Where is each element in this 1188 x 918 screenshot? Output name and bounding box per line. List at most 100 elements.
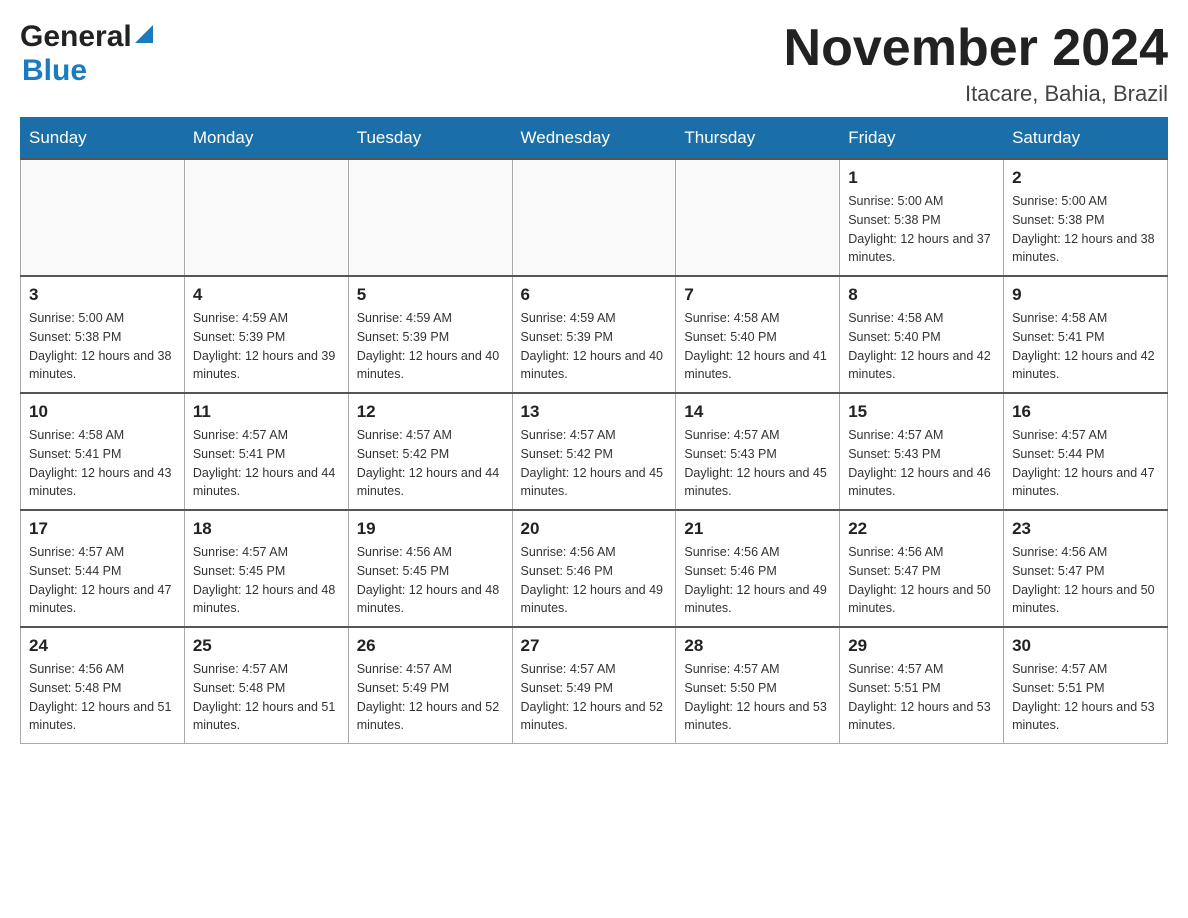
calendar-cell: 21 Sunrise: 4:56 AMSunset: 5:46 PMDayligh… <box>676 510 840 627</box>
calendar-cell: 29 Sunrise: 4:57 AMSunset: 5:51 PMDayligh… <box>840 627 1004 744</box>
calendar-cell: 9 Sunrise: 4:58 AMSunset: 5:41 PMDaylight… <box>1004 276 1168 393</box>
logo-blue-text: Blue <box>22 54 87 87</box>
month-title: November 2024 <box>784 20 1168 77</box>
day-info: Sunrise: 4:57 AMSunset: 5:41 PMDaylight:… <box>193 426 340 501</box>
calendar-cell: 10 Sunrise: 4:58 AMSunset: 5:41 PMDayligh… <box>21 393 185 510</box>
calendar-week-3: 10 Sunrise: 4:58 AMSunset: 5:41 PMDayligh… <box>21 393 1168 510</box>
day-number: 17 <box>29 519 176 539</box>
calendar-cell: 12Sunrise: 4:57 AMSunset: 5:42 PMDayligh… <box>348 393 512 510</box>
day-number: 25 <box>193 636 340 656</box>
calendar-header-row: SundayMondayTuesdayWednesdayThursdayFrid… <box>21 118 1168 160</box>
day-info: Sunrise: 4:57 AMSunset: 5:45 PMDaylight:… <box>193 543 340 618</box>
calendar-cell <box>676 159 840 276</box>
calendar-cell: 3 Sunrise: 5:00 AMSunset: 5:38 PMDaylight… <box>21 276 185 393</box>
calendar-cell: 8 Sunrise: 4:58 AMSunset: 5:40 PMDaylight… <box>840 276 1004 393</box>
day-info: Sunrise: 4:57 AMSunset: 5:50 PMDaylight:… <box>684 660 831 735</box>
calendar-week-5: 24 Sunrise: 4:56 AMSunset: 5:48 PMDayligh… <box>21 627 1168 744</box>
calendar-cell: 22 Sunrise: 4:56 AMSunset: 5:47 PMDayligh… <box>840 510 1004 627</box>
day-info: Sunrise: 4:59 AMSunset: 5:39 PMDaylight:… <box>193 309 340 384</box>
column-header-thursday: Thursday <box>676 118 840 160</box>
column-header-tuesday: Tuesday <box>348 118 512 160</box>
logo-triangle-icon <box>135 25 153 43</box>
logo: General Blue <box>20 20 153 88</box>
day-number: 11 <box>193 402 340 422</box>
day-info: Sunrise: 4:58 AMSunset: 5:41 PMDaylight:… <box>29 426 176 501</box>
day-number: 26 <box>357 636 504 656</box>
day-info: Sunrise: 4:57 AMSunset: 5:43 PMDaylight:… <box>848 426 995 501</box>
day-number: 23 <box>1012 519 1159 539</box>
day-info: Sunrise: 4:57 AMSunset: 5:44 PMDaylight:… <box>29 543 176 618</box>
day-info: Sunrise: 4:58 AMSunset: 5:40 PMDaylight:… <box>684 309 831 384</box>
column-header-saturday: Saturday <box>1004 118 1168 160</box>
day-number: 29 <box>848 636 995 656</box>
day-info: Sunrise: 4:57 AMSunset: 5:51 PMDaylight:… <box>1012 660 1159 735</box>
calendar-cell: 20Sunrise: 4:56 AMSunset: 5:46 PMDayligh… <box>512 510 676 627</box>
day-info: Sunrise: 4:58 AMSunset: 5:41 PMDaylight:… <box>1012 309 1159 384</box>
day-info: Sunrise: 5:00 AMSunset: 5:38 PMDaylight:… <box>1012 192 1159 267</box>
day-number: 8 <box>848 285 995 305</box>
day-number: 2 <box>1012 168 1159 188</box>
calendar-week-2: 3 Sunrise: 5:00 AMSunset: 5:38 PMDaylight… <box>21 276 1168 393</box>
calendar-cell <box>348 159 512 276</box>
day-number: 20 <box>521 519 668 539</box>
calendar-cell <box>184 159 348 276</box>
column-header-sunday: Sunday <box>21 118 185 160</box>
calendar-cell: 11 Sunrise: 4:57 AMSunset: 5:41 PMDayligh… <box>184 393 348 510</box>
day-info: Sunrise: 5:00 AMSunset: 5:38 PMDaylight:… <box>29 309 176 384</box>
day-number: 13 <box>521 402 668 422</box>
calendar-cell: 25Sunrise: 4:57 AMSunset: 5:48 PMDayligh… <box>184 627 348 744</box>
logo-general-text: General <box>20 20 132 54</box>
calendar-week-1: 1 Sunrise: 5:00 AMSunset: 5:38 PMDaylight… <box>21 159 1168 276</box>
calendar-cell: 27 Sunrise: 4:57 AMSunset: 5:49 PMDayligh… <box>512 627 676 744</box>
calendar-cell: 15 Sunrise: 4:57 AMSunset: 5:43 PMDayligh… <box>840 393 1004 510</box>
day-info: Sunrise: 4:56 AMSunset: 5:48 PMDaylight:… <box>29 660 176 735</box>
calendar-cell: 18 Sunrise: 4:57 AMSunset: 5:45 PMDayligh… <box>184 510 348 627</box>
day-info: Sunrise: 4:56 AMSunset: 5:47 PMDaylight:… <box>848 543 995 618</box>
day-number: 4 <box>193 285 340 305</box>
day-info: Sunrise: 4:57 AMSunset: 5:51 PMDaylight:… <box>848 660 995 735</box>
calendar-cell: 14 Sunrise: 4:57 AMSunset: 5:43 PMDayligh… <box>676 393 840 510</box>
day-number: 10 <box>29 402 176 422</box>
calendar-cell: 26 Sunrise: 4:57 AMSunset: 5:49 PMDayligh… <box>348 627 512 744</box>
day-info: Sunrise: 4:56 AMSunset: 5:47 PMDaylight:… <box>1012 543 1159 618</box>
calendar-cell: 7 Sunrise: 4:58 AMSunset: 5:40 PMDaylight… <box>676 276 840 393</box>
day-number: 9 <box>1012 285 1159 305</box>
day-number: 1 <box>848 168 995 188</box>
day-number: 14 <box>684 402 831 422</box>
day-info: Sunrise: 4:59 AMSunset: 5:39 PMDaylight:… <box>357 309 504 384</box>
column-header-wednesday: Wednesday <box>512 118 676 160</box>
column-header-monday: Monday <box>184 118 348 160</box>
day-info: Sunrise: 4:56 AMSunset: 5:45 PMDaylight:… <box>357 543 504 618</box>
page-header: General Blue November 2024 Itacare, Bahi… <box>20 20 1168 107</box>
day-number: 19 <box>357 519 504 539</box>
day-number: 3 <box>29 285 176 305</box>
location-subtitle: Itacare, Bahia, Brazil <box>784 81 1168 107</box>
day-number: 7 <box>684 285 831 305</box>
day-number: 22 <box>848 519 995 539</box>
day-number: 21 <box>684 519 831 539</box>
calendar-cell: 1Sunrise: 5:00 AMSunset: 5:38 PMDaylight… <box>840 159 1004 276</box>
calendar-cell: 17 Sunrise: 4:57 AMSunset: 5:44 PMDayligh… <box>21 510 185 627</box>
calendar-cell: 30Sunrise: 4:57 AMSunset: 5:51 PMDayligh… <box>1004 627 1168 744</box>
day-info: Sunrise: 4:57 AMSunset: 5:42 PMDaylight:… <box>521 426 668 501</box>
day-number: 27 <box>521 636 668 656</box>
calendar-cell: 4 Sunrise: 4:59 AMSunset: 5:39 PMDaylight… <box>184 276 348 393</box>
calendar-cell: 23 Sunrise: 4:56 AMSunset: 5:47 PMDayligh… <box>1004 510 1168 627</box>
calendar-cell: 28 Sunrise: 4:57 AMSunset: 5:50 PMDayligh… <box>676 627 840 744</box>
day-number: 18 <box>193 519 340 539</box>
day-number: 5 <box>357 285 504 305</box>
day-info: Sunrise: 4:58 AMSunset: 5:40 PMDaylight:… <box>848 309 995 384</box>
day-number: 6 <box>521 285 668 305</box>
day-info: Sunrise: 4:57 AMSunset: 5:49 PMDaylight:… <box>357 660 504 735</box>
calendar-cell: 6Sunrise: 4:59 AMSunset: 5:39 PMDaylight… <box>512 276 676 393</box>
day-info: Sunrise: 4:57 AMSunset: 5:49 PMDaylight:… <box>521 660 668 735</box>
day-number: 15 <box>848 402 995 422</box>
calendar-cell <box>21 159 185 276</box>
calendar-cell: 5 Sunrise: 4:59 AMSunset: 5:39 PMDaylight… <box>348 276 512 393</box>
day-info: Sunrise: 4:57 AMSunset: 5:43 PMDaylight:… <box>684 426 831 501</box>
day-number: 24 <box>29 636 176 656</box>
day-info: Sunrise: 4:56 AMSunset: 5:46 PMDaylight:… <box>684 543 831 618</box>
calendar-week-4: 17 Sunrise: 4:57 AMSunset: 5:44 PMDayligh… <box>21 510 1168 627</box>
column-header-friday: Friday <box>840 118 1004 160</box>
day-number: 28 <box>684 636 831 656</box>
